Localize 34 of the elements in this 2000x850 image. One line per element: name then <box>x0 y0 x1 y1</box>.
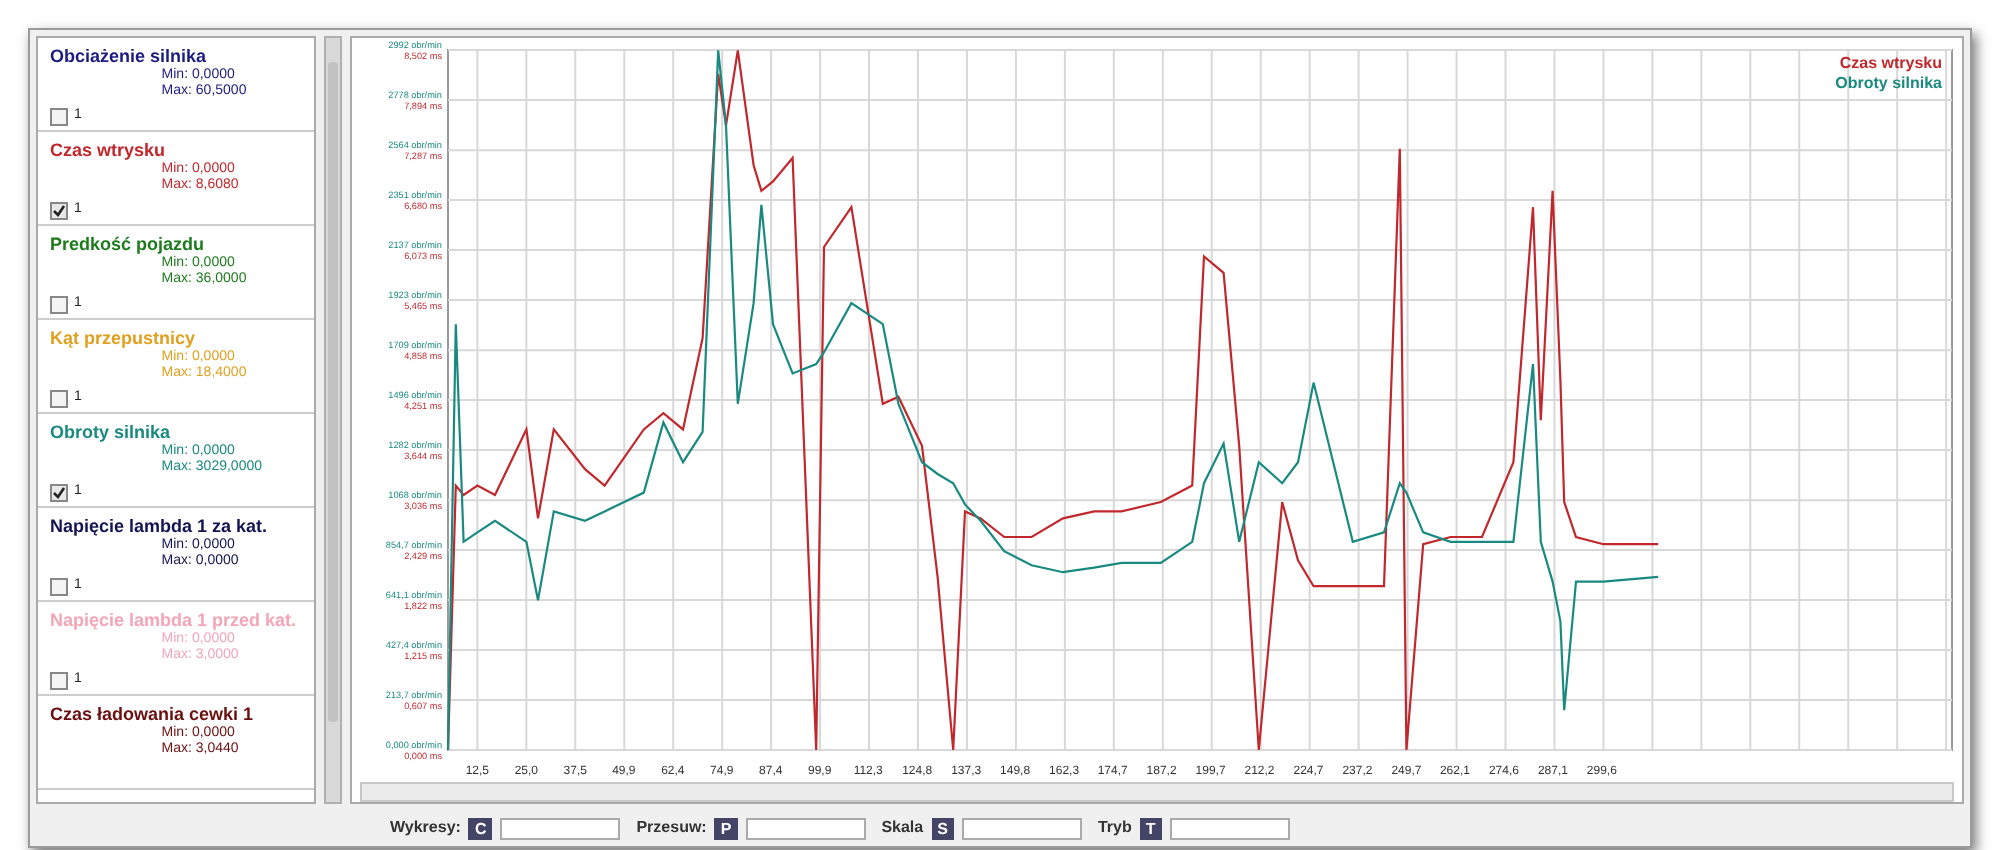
checkbox[interactable] <box>50 483 68 502</box>
checkbox[interactable] <box>50 671 68 690</box>
key-button[interactable]: T <box>1139 817 1162 839</box>
channel-name: Predkość pojazdu <box>50 232 207 255</box>
legend-label: Czas wtrysku <box>1839 54 1942 74</box>
input-field[interactable] <box>961 817 1082 839</box>
key-button[interactable]: C <box>468 817 493 839</box>
toolbar-label: Skala <box>881 816 924 840</box>
channel-name: Czas ładowania cewki 1 <box>50 702 256 725</box>
checkbox[interactable] <box>50 389 68 408</box>
channel-name: Obciażenie silnika <box>50 44 209 67</box>
check-icon <box>52 203 66 218</box>
scrollbar-thumb[interactable] <box>327 62 338 722</box>
key-button[interactable]: P <box>714 817 738 839</box>
check-icon <box>52 485 66 500</box>
checkbox[interactable] <box>50 201 68 220</box>
scrollbar[interactable] <box>323 36 342 804</box>
key-button[interactable]: S <box>931 817 954 839</box>
input-field[interactable] <box>1169 817 1290 839</box>
checkbox[interactable] <box>50 295 68 314</box>
legend-label: Obroty silnika <box>1835 74 1942 94</box>
checkbox[interactable] <box>50 107 68 126</box>
toolbar-label: Przesuw: <box>636 816 707 840</box>
channel-name: Kąt przepustnicy <box>50 326 198 349</box>
input-field[interactable] <box>745 817 866 839</box>
channel-name: Napięcie lambda 1 za kat. <box>50 514 270 537</box>
input-field[interactable] <box>500 817 621 839</box>
toolbar-label: Tryb <box>1097 816 1132 840</box>
horizontal-scrollbar[interactable] <box>360 782 1954 802</box>
channel-name: Obroty silnika <box>50 420 173 443</box>
channel-name: Czas wtrysku <box>50 138 168 161</box>
channel-name: Napięcie lambda 1 przed kat. <box>50 608 299 631</box>
toolbar-label: Wykresy: <box>390 816 461 840</box>
checkbox[interactable] <box>50 577 68 596</box>
